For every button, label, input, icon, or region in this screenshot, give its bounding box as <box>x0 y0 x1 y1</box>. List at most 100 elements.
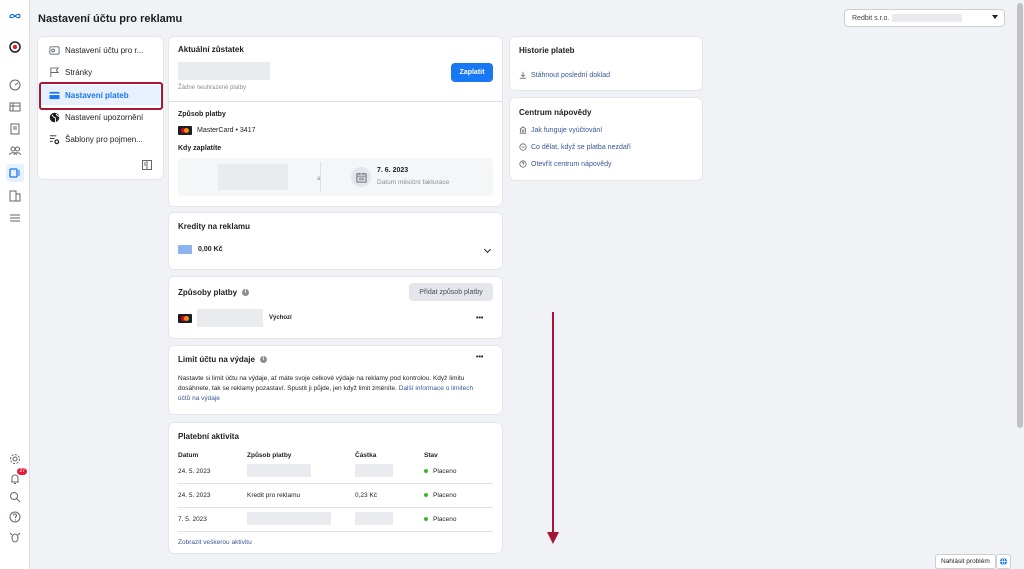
row-3-status: Placeno <box>424 516 457 523</box>
redacted-threshold <box>218 164 288 190</box>
status-paid-dot <box>424 517 428 522</box>
chevron-down-icon <box>992 15 998 19</box>
scrollbar-thumb[interactable] <box>1017 3 1023 428</box>
billing-icon[interactable] <box>6 164 24 182</box>
status-text: Placeno <box>433 468 457 475</box>
report-problem-button[interactable]: Nahlásit problém <box>935 554 996 569</box>
redacted-amount <box>355 464 393 477</box>
or-separator: a <box>317 176 321 182</box>
view-all-activity-link[interactable]: Zobrazit veškerou aktivitu <box>178 539 252 546</box>
billing-date-caption: Datum měsíční fakturace <box>377 179 450 186</box>
download-receipt-label: Stáhnout poslední doklad <box>531 71 611 79</box>
search-icon[interactable] <box>8 490 22 504</box>
payment-method-item: Výchozí <box>178 309 292 327</box>
payment-methods-card: Způsoby platby i Přidat způsob platby Vý… <box>169 277 502 338</box>
row-2-amount: 0,23 Kč <box>355 492 378 499</box>
table-icon[interactable] <box>8 100 22 114</box>
info-icon[interactable]: i <box>259 356 267 363</box>
row-divider <box>178 531 493 532</box>
pages-icon[interactable] <box>8 122 22 136</box>
menu-icon[interactable] <box>8 211 22 225</box>
mastercard-icon <box>178 313 192 323</box>
template-icon <box>49 134 60 144</box>
menu-item-pages[interactable]: Stránky <box>41 62 160 82</box>
column-header-status: Stav <box>424 452 438 459</box>
billing-schedule-box: a 7. 6. 2023 Datum měsíční fakturace <box>178 158 493 196</box>
payment-activity-title: Platební aktivita <box>178 432 239 441</box>
redacted-amount <box>355 512 393 525</box>
balance-title: Aktuální zůstatek <box>178 45 244 54</box>
help-center-title: Centrum nápovědy <box>519 108 592 117</box>
question-icon <box>519 160 527 168</box>
add-payment-method-button[interactable]: Přidat způsob platby <box>409 283 493 301</box>
credit-coupon-icon <box>178 245 192 254</box>
payment-methods-header: Způsoby platby i <box>178 288 250 297</box>
bug-report-icon[interactable] <box>8 530 22 544</box>
download-receipt-link[interactable]: Stáhnout poslední doklad <box>519 71 610 79</box>
bank-icon <box>519 126 527 134</box>
payment-methods-title: Způsoby platby <box>178 288 238 297</box>
redacted-method <box>247 512 331 525</box>
annotation-highlight-box <box>39 82 163 110</box>
spending-limit-title: Limit účtu na výdaje <box>178 355 255 364</box>
language-globe-icon[interactable] <box>996 554 1011 569</box>
payment-history-card: Historie plateb Stáhnout poslední doklad <box>510 37 702 90</box>
vertical-scrollbar[interactable] <box>1015 0 1024 569</box>
notification-count-badge: 27 <box>17 468 27 475</box>
menu-item-label: Nastavení účtu pro r... <box>65 45 144 55</box>
menu-item-naming-templates[interactable]: Šablony pro pojmen... <box>41 129 160 149</box>
row-divider <box>178 483 493 484</box>
column-header-date: Datum <box>178 452 199 459</box>
row-1-status: Placeno <box>424 468 457 475</box>
more-options-icon[interactable]: ••• <box>476 315 483 322</box>
redacted-account-id <box>892 14 963 22</box>
help-link-open-center[interactable]: Otevřít centrum nápovědy <box>519 160 612 168</box>
redacted-balance-amount <box>178 62 270 80</box>
settings-gear-icon[interactable] <box>8 452 22 466</box>
menu-item-label: Nastavení upozornění <box>65 112 144 122</box>
menu-item-ad-account-settings[interactable]: Nastavení účtu pro r... <box>41 40 160 60</box>
ad-credits-title: Kredity na reklamu <box>178 222 251 231</box>
ad-account-icon <box>49 45 60 55</box>
ad-credits-card[interactable]: Kredity na reklamu 0,00 Kč <box>169 213 502 269</box>
row-2-method: Kredit pro reklamu <box>247 492 301 499</box>
spending-limit-card: Limit účtu na výdaje i ••• Nastavte si l… <box>169 346 502 414</box>
payment-method-label: Způsob platby <box>178 111 226 118</box>
help-link-failed-payment[interactable]: Co dělat, když se platba nezdaří <box>519 143 631 151</box>
info-icon[interactable]: i <box>242 289 250 296</box>
row-1-date: 24. 5. 2023 <box>178 468 211 475</box>
help-link-billing[interactable]: Jak funguje vyúčtování <box>519 126 602 134</box>
help-link-label: Otevřít centrum nápovědy <box>531 160 612 168</box>
meta-logo-icon[interactable] <box>7 9 23 23</box>
status-text: Placeno <box>433 516 457 523</box>
column-header-amount: Částka <box>355 452 377 459</box>
row-2-date: 24. 5. 2023 <box>178 492 211 499</box>
dashboard-icon[interactable] <box>8 78 22 92</box>
row-divider <box>178 507 493 508</box>
page-title: Nastavení účtu pro reklamu <box>38 13 183 25</box>
help-link-label: Co dělat, když se platba nezdaří <box>531 143 632 151</box>
spending-limit-header: Limit účtu na výdaje i <box>178 355 267 364</box>
redacted-card-details <box>197 309 263 327</box>
menu-item-notification-settings[interactable]: Nastavení upozornění <box>41 107 160 127</box>
column-header-method: Způsob platby <box>247 452 292 459</box>
help-question-icon[interactable] <box>8 510 22 524</box>
download-icon <box>519 71 527 79</box>
payment-history-title: Historie plateb <box>519 46 575 55</box>
help-link-label: Jak funguje vyúčtování <box>531 126 603 134</box>
collapse-panel-icon[interactable] <box>142 160 152 170</box>
globe-icon <box>49 112 60 122</box>
reports-icon[interactable] <box>8 189 22 203</box>
ad-credits-value: 0,00 Kč <box>198 246 223 253</box>
notifications-bell-icon[interactable]: 27 <box>8 468 27 486</box>
minus-circle-icon <box>519 143 527 151</box>
menu-item-label: Stránky <box>65 67 93 77</box>
account-avatar-icon[interactable] <box>8 40 22 54</box>
audience-icon[interactable] <box>8 144 22 158</box>
more-options-icon[interactable]: ••• <box>476 354 483 361</box>
pay-button[interactable]: Zaplatit <box>451 63 493 82</box>
current-balance-card: Aktuální zůstatek Žádné neuhrazené platb… <box>169 37 502 206</box>
spending-limit-description: Nastavte si limit účtu na výdaje, ať mát… <box>178 374 478 404</box>
chevron-down-icon[interactable] <box>483 245 492 254</box>
ad-account-selector[interactable]: Redbit s.r.o. <box>844 9 1005 27</box>
